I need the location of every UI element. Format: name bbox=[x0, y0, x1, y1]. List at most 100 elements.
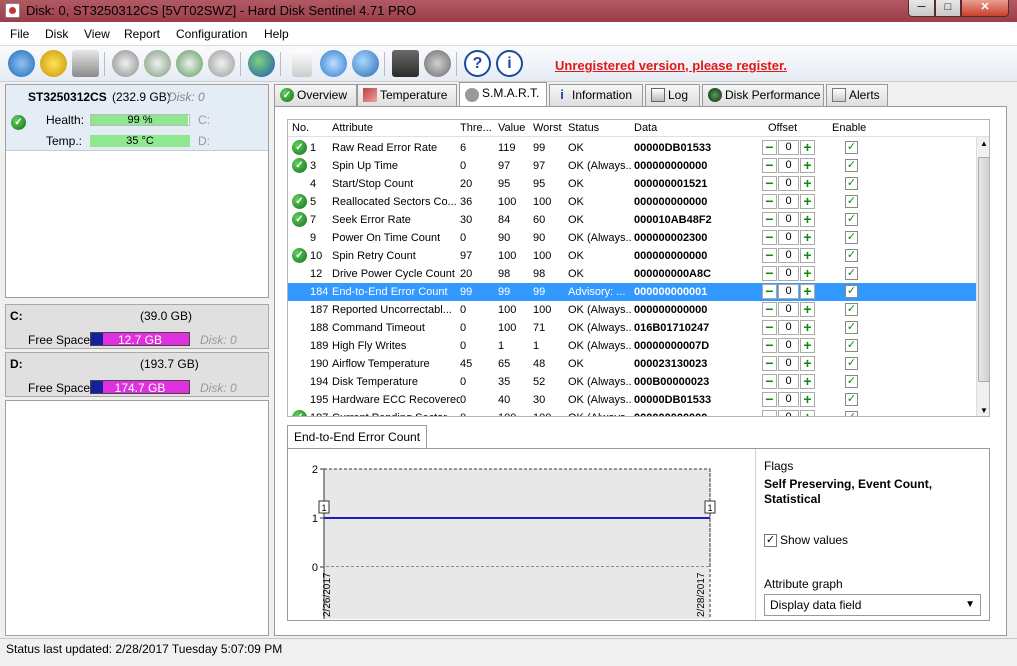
table-row[interactable]: 194 Disk Temperature 0 35 52 OK (Always... 000… bbox=[288, 373, 976, 391]
increment-button[interactable]: + bbox=[800, 194, 815, 209]
attribute-graph-select[interactable]: Display data field ▼ bbox=[764, 594, 981, 616]
offset-stepper[interactable]: −0 + bbox=[762, 212, 817, 227]
decrement-button[interactable]: − bbox=[762, 410, 777, 416]
tab-overview[interactable]: ✓ Overview bbox=[274, 84, 357, 106]
enable-checkbox[interactable]: ✓ bbox=[845, 213, 858, 226]
col-offset[interactable]: Offset bbox=[768, 122, 797, 134]
col-threshold[interactable]: Thre... bbox=[460, 122, 492, 134]
smart-scrollbar[interactable]: ▲ ▼ bbox=[976, 137, 989, 416]
enable-checkbox[interactable]: ✓ bbox=[845, 339, 858, 352]
increment-button[interactable]: + bbox=[800, 212, 815, 227]
disk-icon[interactable] bbox=[72, 50, 99, 77]
enable-checkbox[interactable]: ✓ bbox=[845, 375, 858, 388]
table-row[interactable]: 187 Reported Uncorrectabl... 0 100 100 OK (Al… bbox=[288, 301, 976, 319]
offset-stepper[interactable]: −0 + bbox=[762, 248, 817, 263]
tab-log[interactable]: Log bbox=[645, 84, 700, 106]
show-values-checkbox[interactable]: ✓ Show values bbox=[764, 533, 848, 548]
offset-stepper[interactable]: −0 + bbox=[762, 266, 817, 281]
table-row[interactable]: 9 Power On Time Count 0 90 90 OK (Always... 00… bbox=[288, 229, 976, 247]
detail-tab[interactable]: End-to-End Error Count bbox=[287, 425, 427, 449]
disk-test-icon[interactable] bbox=[112, 50, 139, 77]
enable-checkbox[interactable]: ✓ bbox=[845, 177, 858, 190]
tab-temperature[interactable]: Temperature bbox=[357, 84, 457, 106]
menu-view[interactable]: View bbox=[84, 27, 110, 41]
increment-button[interactable]: + bbox=[800, 284, 815, 299]
enable-checkbox[interactable]: ✓ bbox=[845, 285, 858, 298]
speaker-icon[interactable] bbox=[424, 50, 451, 77]
volume-d[interactable]: D: (193.7 GB) Free Space 174.7 GB Disk: … bbox=[5, 352, 269, 397]
menu-file[interactable]: File bbox=[10, 27, 29, 41]
menu-report[interactable]: Report bbox=[124, 27, 160, 41]
table-row[interactable]: ✓ 10 Spin Retry Count 97 100 100 OK 00000000000… bbox=[288, 247, 976, 265]
decrement-button[interactable]: − bbox=[762, 356, 777, 371]
table-row[interactable]: 190 Airflow Temperature 45 65 48 OK 0000231300… bbox=[288, 355, 976, 373]
disk-check-icon[interactable] bbox=[144, 50, 171, 77]
enable-checkbox[interactable]: ✓ bbox=[845, 357, 858, 370]
warning-icon[interactable] bbox=[40, 50, 67, 77]
offset-stepper[interactable]: −0 + bbox=[762, 302, 817, 317]
info-icon[interactable]: i bbox=[496, 50, 523, 77]
enable-checkbox[interactable]: ✓ bbox=[845, 411, 858, 416]
decrement-button[interactable]: − bbox=[762, 176, 777, 191]
decrement-button[interactable]: − bbox=[762, 212, 777, 227]
table-row[interactable]: 184 End-to-End Error Count 99 99 99 Advisory:… bbox=[288, 283, 976, 301]
table-row[interactable]: ✓ 3 Spin Up Time 0 97 97 OK (Always... 00000000… bbox=[288, 157, 976, 175]
monitor-icon[interactable] bbox=[392, 50, 419, 77]
increment-button[interactable]: + bbox=[800, 356, 815, 371]
decrement-button[interactable]: − bbox=[762, 338, 777, 353]
table-row[interactable]: 188 Command Timeout 0 100 71 OK (Always... 016… bbox=[288, 319, 976, 337]
increment-button[interactable]: + bbox=[800, 248, 815, 263]
offset-stepper[interactable]: −0 + bbox=[762, 284, 817, 299]
menu-configuration[interactable]: Configuration bbox=[176, 27, 247, 41]
tab-disk-performance[interactable]: Disk Performance bbox=[702, 84, 824, 106]
increment-button[interactable]: + bbox=[800, 320, 815, 335]
disk-entry[interactable]: ST3250312CS (232.9 GB) Disk: 0 ✓ Health:… bbox=[6, 85, 268, 151]
sync-icon[interactable] bbox=[320, 50, 347, 77]
volume-c[interactable]: C: (39.0 GB) Free Space 12.7 GB Disk: 0 bbox=[5, 304, 269, 349]
enable-checkbox[interactable]: ✓ bbox=[845, 195, 858, 208]
increment-button[interactable]: + bbox=[800, 266, 815, 281]
offset-stepper[interactable]: −0 + bbox=[762, 194, 817, 209]
enable-checkbox[interactable]: ✓ bbox=[845, 159, 858, 172]
offset-stepper[interactable]: −0 + bbox=[762, 392, 817, 407]
offset-stepper[interactable]: −0 + bbox=[762, 338, 817, 353]
decrement-button[interactable]: − bbox=[762, 284, 777, 299]
enable-checkbox[interactable]: ✓ bbox=[845, 231, 858, 244]
increment-button[interactable]: + bbox=[800, 392, 815, 407]
col-worst[interactable]: Worst bbox=[533, 122, 562, 134]
enable-checkbox[interactable]: ✓ bbox=[845, 141, 858, 154]
table-row[interactable]: ✓ 5 Reallocated Sectors Co... 36 100 100 OK 000… bbox=[288, 193, 976, 211]
col-value[interactable]: Value bbox=[498, 122, 525, 134]
col-status[interactable]: Status bbox=[568, 122, 599, 134]
offset-stepper[interactable]: −0 + bbox=[762, 230, 817, 245]
decrement-button[interactable]: − bbox=[762, 266, 777, 281]
refresh-icon[interactable] bbox=[8, 50, 35, 77]
offset-stepper[interactable]: −0 + bbox=[762, 356, 817, 371]
menu-help[interactable]: Help bbox=[264, 27, 289, 41]
disk-search-icon[interactable] bbox=[208, 50, 235, 77]
decrement-button[interactable]: − bbox=[762, 374, 777, 389]
table-row[interactable]: ✓197Current Pending Sector...0100100OK (… bbox=[288, 409, 976, 416]
scroll-thumb[interactable] bbox=[978, 157, 989, 382]
increment-button[interactable]: + bbox=[800, 302, 815, 317]
decrement-button[interactable]: − bbox=[762, 320, 777, 335]
report-icon[interactable] bbox=[292, 50, 312, 77]
tab-smart[interactable]: S.M.A.R.T. bbox=[459, 82, 547, 106]
disk-verify-icon[interactable] bbox=[176, 50, 203, 77]
col-attribute[interactable]: Attribute bbox=[332, 122, 373, 134]
offset-stepper[interactable]: −0 + bbox=[762, 158, 817, 173]
increment-button[interactable]: + bbox=[800, 176, 815, 191]
increment-button[interactable]: + bbox=[800, 374, 815, 389]
tab-alerts[interactable]: Alerts bbox=[826, 84, 888, 106]
close-button[interactable]: ✕ bbox=[961, 0, 1009, 17]
increment-button[interactable]: + bbox=[800, 410, 815, 416]
col-data[interactable]: Data bbox=[634, 122, 657, 134]
col-no[interactable]: No. bbox=[292, 122, 309, 134]
offset-stepper[interactable]: −0 + bbox=[762, 320, 817, 335]
minimize-button[interactable]: ─ bbox=[908, 0, 935, 17]
decrement-button[interactable]: − bbox=[762, 194, 777, 209]
col-enable[interactable]: Enable bbox=[832, 122, 866, 134]
increment-button[interactable]: + bbox=[800, 230, 815, 245]
offset-stepper[interactable]: −0 + bbox=[762, 176, 817, 191]
enable-checkbox[interactable]: ✓ bbox=[845, 393, 858, 406]
